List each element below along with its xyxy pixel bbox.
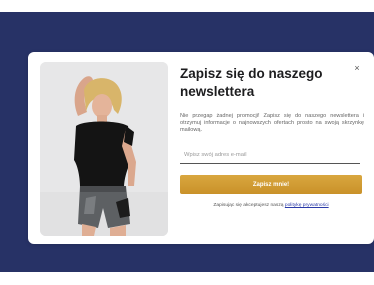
model-photo: [40, 62, 168, 236]
privacy-policy-link[interactable]: politykę prywatności: [285, 203, 329, 208]
consent-text: Zapisując się akceptujesz naszą: [213, 203, 285, 208]
popup-title: Zapisz się do naszego newslettera: [180, 66, 323, 99]
popup-description: Nie przegap żadnej promocji! Zapisz się …: [180, 113, 364, 134]
consent-note: Zapisując się akceptujesz naszą politykę…: [180, 202, 362, 209]
newsletter-modal: × Zapisz się do naszego newslettera Nie …: [28, 52, 374, 244]
subscribe-button[interactable]: Zapisz mnie!: [180, 175, 362, 194]
email-input[interactable]: [180, 147, 360, 164]
